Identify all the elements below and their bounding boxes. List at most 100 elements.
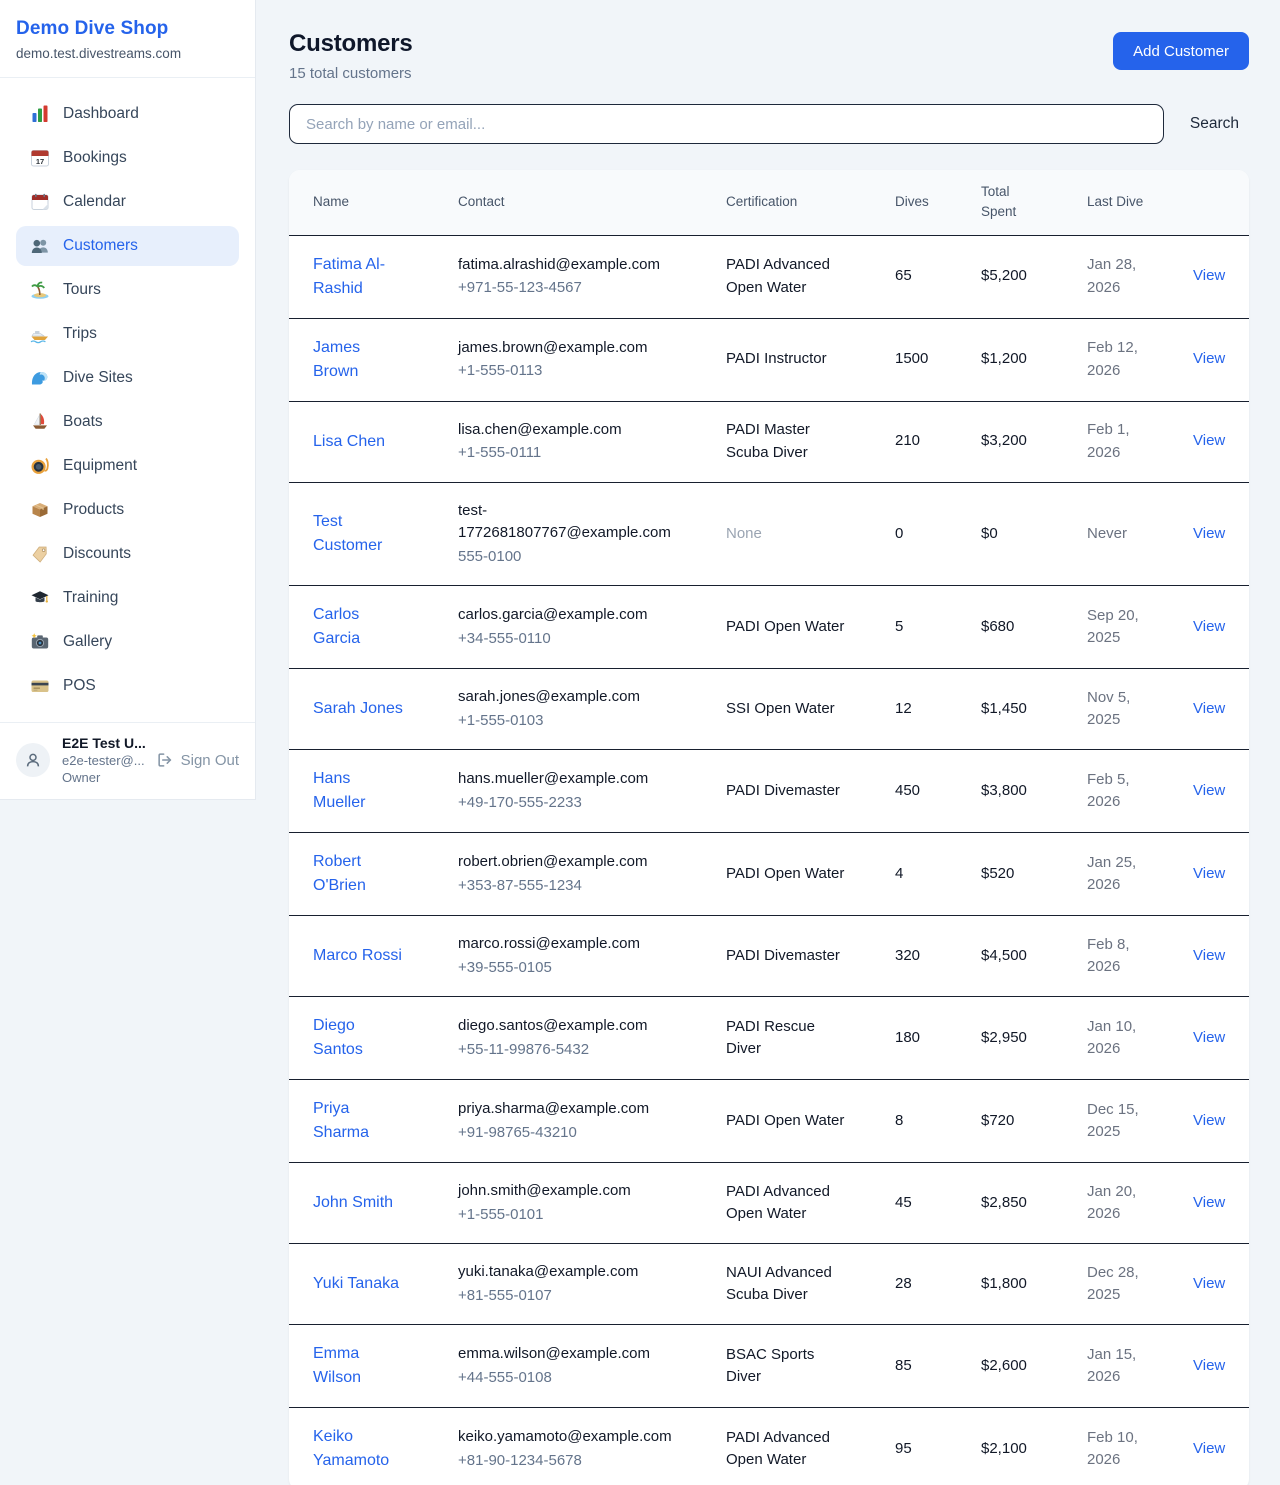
- sidebar-item-customers[interactable]: Customers: [16, 226, 239, 266]
- customer-phone: +34-555-0110: [458, 628, 678, 651]
- customer-name-link[interactable]: Sarah Jones: [313, 700, 403, 717]
- sidebar-item-pos[interactable]: POS: [16, 666, 239, 706]
- sidebar-item-equipment[interactable]: Equipment: [16, 446, 239, 486]
- customer-last-dive: Feb 10, 2026: [1063, 1408, 1169, 1485]
- customer-name-link[interactable]: Hans Mueller: [313, 770, 365, 811]
- customer-dives: 210: [871, 401, 957, 482]
- sidebar-item-gallery[interactable]: Gallery: [16, 622, 239, 662]
- view-link[interactable]: View: [1193, 700, 1225, 717]
- customer-name-link[interactable]: Keiko Yamamoto: [313, 1428, 389, 1469]
- customer-name-link[interactable]: Carlos Garcia: [313, 606, 360, 647]
- sidebar-item-calendar[interactable]: Calendar: [16, 182, 239, 222]
- sign-out-button[interactable]: Sign Out: [156, 751, 239, 769]
- sidebar-item-dive-sites[interactable]: Dive Sites: [16, 358, 239, 398]
- view-link[interactable]: View: [1193, 1357, 1225, 1374]
- sidebar-item-dashboard[interactable]: Dashboard: [16, 94, 239, 134]
- bookings-icon: 17: [30, 148, 50, 168]
- view-link[interactable]: View: [1193, 432, 1225, 449]
- add-customer-button[interactable]: Add Customer: [1113, 32, 1249, 70]
- sidebar-item-boats[interactable]: Boats: [16, 402, 239, 442]
- customer-name-link[interactable]: Robert O'Brien: [313, 853, 366, 894]
- column-header-certification: Certification: [702, 170, 871, 235]
- customer-total-spent: $1,800: [957, 1244, 1063, 1325]
- customer-name-link[interactable]: Marco Rossi: [313, 947, 402, 964]
- customer-phone: +971-55-123-4567: [458, 277, 678, 300]
- view-link[interactable]: View: [1193, 350, 1225, 367]
- customer-email: carlos.garcia@example.com: [458, 604, 678, 627]
- calendar-icon: [30, 192, 50, 212]
- customer-dives: 65: [871, 235, 957, 318]
- customer-dives: 8: [871, 1080, 957, 1163]
- customer-last-dive: Jan 15, 2026: [1063, 1325, 1169, 1408]
- customer-certification: PADI Instructor: [702, 318, 871, 401]
- boats-icon: [30, 412, 50, 432]
- customer-name-link[interactable]: Diego Santos: [313, 1017, 363, 1058]
- customer-name-link[interactable]: Test Customer: [313, 513, 382, 554]
- sidebar-item-label: Trips: [63, 325, 97, 343]
- customer-total-spent: $1,450: [957, 669, 1063, 750]
- sidebar-item-trips[interactable]: Trips: [16, 314, 239, 354]
- view-link[interactable]: View: [1193, 618, 1225, 635]
- sidebar-item-bookings[interactable]: 17 Bookings: [16, 138, 239, 178]
- sidebar-item-label: Customers: [63, 237, 138, 255]
- customer-total-spent: $680: [957, 586, 1063, 669]
- customer-certification: PADI Divemaster: [702, 750, 871, 833]
- customer-email: robert.obrien@example.com: [458, 851, 678, 874]
- sidebar-nav: Dashboard 17 Bookings Calendar Customers…: [0, 78, 255, 722]
- search-input[interactable]: [289, 104, 1164, 144]
- sidebar-item-label: Discounts: [63, 545, 131, 563]
- sidebar-item-tours[interactable]: Tours: [16, 270, 239, 310]
- customer-name-link[interactable]: Priya Sharma: [313, 1100, 369, 1141]
- gallery-icon: [30, 632, 50, 652]
- view-link[interactable]: View: [1193, 1194, 1225, 1211]
- brand: Demo Dive Shop demo.test.divestreams.com: [0, 0, 255, 78]
- table-row: Hans Mueller hans.mueller@example.com +4…: [289, 750, 1249, 833]
- customer-name-link[interactable]: Yuki Tanaka: [313, 1275, 399, 1292]
- column-header-total-spent: Total Spent: [957, 170, 1063, 235]
- customer-certification: BSAC Sports Diver: [702, 1325, 871, 1408]
- search-bar: Search: [289, 104, 1249, 144]
- customer-certification: PADI Open Water: [702, 586, 871, 669]
- customer-last-dive: Never: [1063, 482, 1169, 586]
- user-name: E2E Test U...: [62, 735, 144, 751]
- view-link[interactable]: View: [1193, 1112, 1225, 1129]
- search-button[interactable]: Search: [1190, 115, 1239, 133]
- view-link[interactable]: View: [1193, 1029, 1225, 1046]
- customer-name-link[interactable]: John Smith: [313, 1194, 393, 1211]
- view-link[interactable]: View: [1193, 865, 1225, 882]
- table-row: James Brown james.brown@example.com +1-5…: [289, 318, 1249, 401]
- customer-certification: PADI Advanced Open Water: [702, 1163, 871, 1244]
- customer-total-spent: $0: [957, 482, 1063, 586]
- customer-name-link[interactable]: Emma Wilson: [313, 1345, 361, 1386]
- equipment-icon: [30, 456, 50, 476]
- sidebar-item-products[interactable]: Products: [16, 490, 239, 530]
- training-icon: [30, 588, 50, 608]
- customer-email: hans.mueller@example.com: [458, 768, 678, 791]
- customer-name-link[interactable]: Fatima Al-Rashid: [313, 256, 385, 297]
- column-header-actions: [1169, 170, 1249, 235]
- customer-phone: +49-170-555-2233: [458, 792, 678, 815]
- customer-count: 15 total customers: [289, 65, 413, 82]
- customer-total-spent: $2,600: [957, 1325, 1063, 1408]
- customer-total-spent: $1,200: [957, 318, 1063, 401]
- svg-text:17: 17: [36, 157, 44, 166]
- sidebar-item-discounts[interactable]: Discounts: [16, 534, 239, 574]
- customer-email: diego.santos@example.com: [458, 1015, 678, 1038]
- view-link[interactable]: View: [1193, 267, 1225, 284]
- customer-last-dive: Feb 8, 2026: [1063, 916, 1169, 997]
- customer-total-spent: $520: [957, 833, 1063, 916]
- customer-email: john.smith@example.com: [458, 1180, 678, 1203]
- view-link[interactable]: View: [1193, 782, 1225, 799]
- sidebar-item-training[interactable]: Training: [16, 578, 239, 618]
- discounts-icon: [30, 544, 50, 564]
- customer-last-dive: Feb 12, 2026: [1063, 318, 1169, 401]
- view-link[interactable]: View: [1193, 525, 1225, 542]
- customer-dives: 28: [871, 1244, 957, 1325]
- customer-dives: 180: [871, 997, 957, 1080]
- view-link[interactable]: View: [1193, 947, 1225, 964]
- customer-name-link[interactable]: Lisa Chen: [313, 433, 385, 450]
- view-link[interactable]: View: [1193, 1275, 1225, 1292]
- customer-name-link[interactable]: James Brown: [313, 339, 360, 380]
- view-link[interactable]: View: [1193, 1440, 1225, 1457]
- customer-certification: PADI Advanced Open Water: [702, 1408, 871, 1485]
